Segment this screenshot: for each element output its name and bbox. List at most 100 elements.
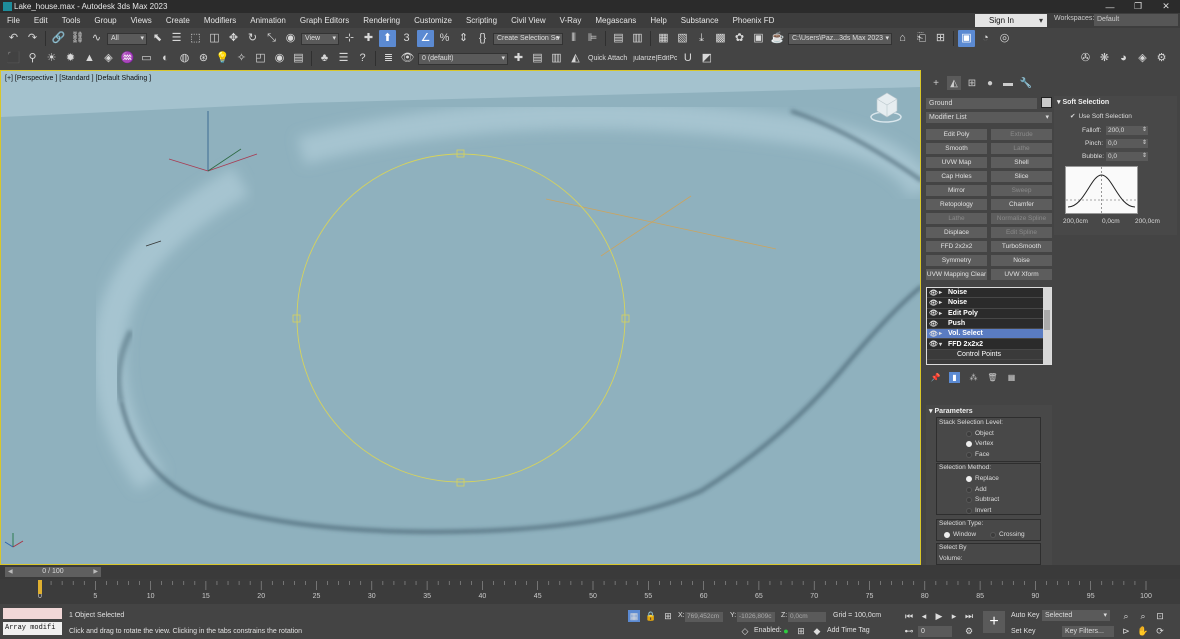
current-frame-marker[interactable] [38,580,42,594]
bind-space-warp-icon[interactable]: ∿ [88,30,105,47]
angle-snap-icon[interactable]: ∠ [417,30,434,47]
ue-logo-icon[interactable]: U [679,50,696,67]
sign-in-dropdown[interactable]: Sign In [975,14,1047,27]
scene-explorer-icon[interactable]: ▤ [610,30,627,47]
unlink-icon[interactable]: ⛓ [69,30,86,47]
time-slider[interactable]: ◀ 0 / 100 ▶ [5,567,101,577]
select-scale-icon[interactable]: ⤡ [263,30,280,47]
modifier-button[interactable]: Symmetry [926,255,987,266]
snaps-toggle-icon[interactable]: 3 [398,30,415,47]
help-icon[interactable]: ? [354,50,371,67]
perspective-viewport[interactable]: [+] [Perspective ] [Standard ] [Default … [0,70,921,565]
selection-filter-dropdown[interactable]: All [107,32,147,45]
type-crossing-radio[interactable]: Crossing [990,531,1025,538]
time-tag-icon[interactable]: ◆ [811,625,823,637]
add-time-tag-button[interactable]: Add Time Tag [827,627,870,634]
expand-arrow-icon[interactable]: ▸ [939,299,948,306]
modifier-button[interactable]: Extrude [991,129,1052,140]
configure-modifier-sets-icon[interactable]: ▦ [1006,372,1017,383]
modifier-button[interactable]: Chamfer [991,199,1052,210]
restore-button[interactable]: ❐ [1124,1,1152,12]
menu-group[interactable]: Group [87,16,123,25]
quick-attach-button[interactable]: Quick Attach [586,55,629,62]
vray-icon[interactable]: ◎ [996,30,1013,47]
stack-item[interactable]: 👁 ▸ Edit Poly [927,308,1051,319]
viewport-label[interactable]: [+] [Perspective ] [Standard ] [Default … [5,75,151,82]
method-replace-radio[interactable]: Replace [966,475,999,482]
eye-icon[interactable]: 👁 [929,320,939,328]
new-project-icon[interactable]: ⊞ [932,30,949,47]
regularize-button[interactable]: jularize|EditPo [631,55,677,62]
modifier-button[interactable]: TurboSmooth [991,241,1052,252]
link-icon[interactable]: 🔗 [50,30,67,47]
modifier-button[interactable]: Displace [926,227,987,238]
maxscript-output[interactable]: Array modifi [3,622,62,635]
enabled-toggle-icon[interactable]: ● [780,625,792,637]
menu-tools[interactable]: Tools [55,16,88,25]
pan-view-icon[interactable]: ✋ [1137,625,1149,637]
next-key-icon[interactable]: ▸ [948,610,960,622]
menu-phoenix-fd[interactable]: Phoenix FD [726,16,782,25]
x-coordinate-field[interactable]: 769,452cm [685,612,723,622]
schematic-view-icon[interactable]: ⤓ [693,30,710,47]
redo-icon[interactable]: ↷ [24,30,41,47]
vray-instancer-icon[interactable]: ⊛ [195,50,212,67]
modifier-button[interactable]: UVW Xform [991,269,1052,280]
set-project-icon[interactable]: ⎗ [913,30,930,47]
expand-arrow-icon[interactable]: ▸ [939,310,948,317]
vray-mesh-icon[interactable]: ◍ [176,50,193,67]
edit-named-selection-icon[interactable]: {} [474,30,491,47]
make-unique-icon[interactable]: ⁂ [968,372,979,383]
next-frame-icon[interactable]: ▶ [93,567,98,577]
go-to-start-icon[interactable]: ⏮ [903,610,915,622]
isolate-selection-icon[interactable]: ▦ [628,610,640,622]
vray-eye-icon[interactable]: ◉ [271,50,288,67]
vray-plane-icon[interactable]: ▭ [138,50,155,67]
modifier-button[interactable]: Edit Poly [926,129,987,140]
level-face-radio[interactable]: Face [966,451,989,458]
mirror-icon[interactable]: ⫴ [565,30,582,47]
maxscript-listener-input[interactable] [3,608,62,619]
eye-icon[interactable]: 👁 [929,340,939,348]
modifier-button[interactable]: Normalize Spline [991,213,1052,224]
image-viewer-icon[interactable]: ◩ [698,50,715,67]
minimize-button[interactable]: — [1096,2,1124,12]
y-coordinate-field[interactable]: -1026,809c [737,612,775,622]
stack-item[interactable]: 👁 ▾ FFD 2x2x2 [927,339,1051,350]
vray-fur-icon[interactable]: ♒ [119,50,136,67]
vray-dome-light-icon[interactable]: ☀ [43,50,60,67]
modifier-button[interactable]: Smooth [926,143,987,154]
vray-camera-icon[interactable]: ◰ [252,50,269,67]
menu-views[interactable]: Views [124,16,159,25]
current-frame-field[interactable]: 0 [918,626,952,637]
material-editor-icon[interactable]: ▩ [712,30,729,47]
vray-frame-buffer-icon[interactable]: ▤ [290,50,307,67]
selection-lock-icon[interactable]: 🔒 [645,610,657,622]
select-move-icon[interactable]: ✥ [225,30,242,47]
arnold-icon[interactable]: ◔ [977,30,994,47]
menu-scripting[interactable]: Scripting [459,16,504,25]
menu-animation[interactable]: Animation [243,16,293,25]
bubble-spinner[interactable]: 0,0 [1106,152,1148,161]
modifier-button[interactable]: UVW Mapping Clear [926,269,987,280]
method-add-radio[interactable]: Add [966,486,987,493]
layer-explorer-icon[interactable]: ▥ [629,30,646,47]
create-tab-icon[interactable]: + [929,76,943,90]
stack-subobject-item[interactable]: Control Points [927,349,1051,361]
vray-toolbar-icon[interactable]: ✧ [233,50,250,67]
current-layer-dropdown[interactable]: 0 (default) [418,52,508,65]
vray-sun-icon[interactable]: ✹ [62,50,79,67]
select-object-icon[interactable]: ⬉ [149,30,166,47]
vray-sphere-icon[interactable]: ◐ [157,50,174,67]
scene-states-icon[interactable]: ☰ [335,50,352,67]
previous-key-icon[interactable]: ◂ [918,610,930,622]
select-by-name-icon[interactable]: ☰ [168,30,185,47]
modifier-button[interactable]: Retopology [926,199,987,210]
vray-proxy-icon[interactable]: ◈ [100,50,117,67]
substance-icon[interactable]: ❋ [1096,50,1113,67]
previous-frame-icon[interactable]: ◀ [8,567,13,577]
stack-item[interactable]: 👁 Push [927,318,1051,330]
object-name-field[interactable]: Ground [926,98,1037,109]
rectangular-selection-icon[interactable]: ⬚ [187,30,204,47]
layer-stack-icon[interactable]: ▤ [529,50,546,67]
